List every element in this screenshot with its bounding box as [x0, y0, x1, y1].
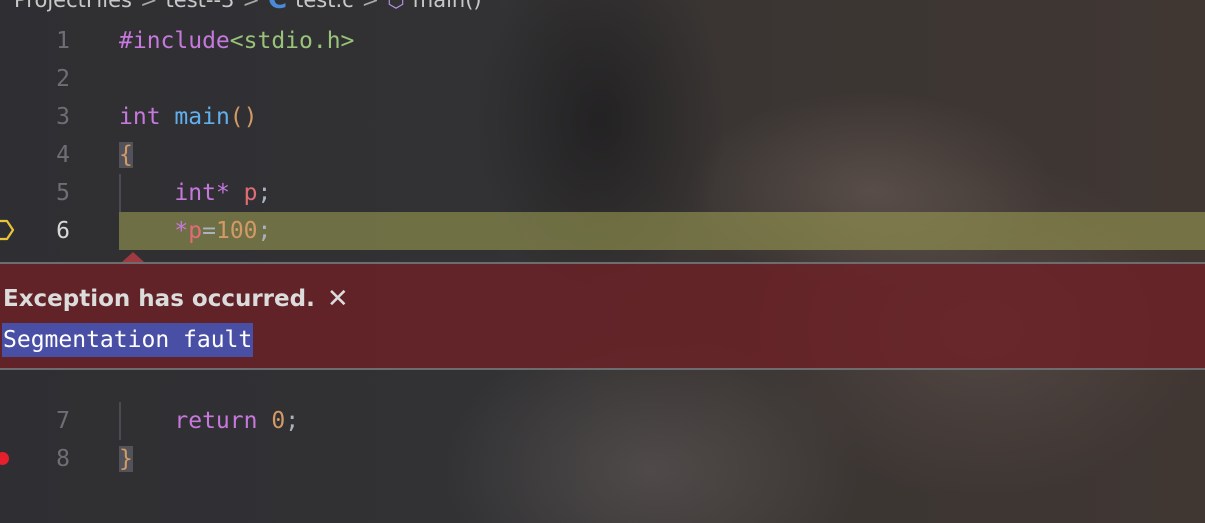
- exception-title-text: Exception has occurred.: [3, 286, 315, 312]
- code-line-7[interactable]: return 0;: [119, 402, 299, 440]
- line-number: 1: [56, 28, 70, 54]
- return-keyword: return: [174, 408, 258, 434]
- number-literal: 0: [271, 408, 286, 434]
- breadcrumb-item-projectfiles[interactable]: ProjectFiles: [14, 0, 132, 12]
- function-name: main: [174, 104, 230, 130]
- line-number: 5: [56, 180, 70, 206]
- code-line-1[interactable]: #include<stdio.h>: [119, 22, 354, 60]
- code-line-3[interactable]: int main(): [119, 98, 258, 136]
- line-number: 3: [56, 104, 70, 130]
- pointer-star: *: [215, 180, 230, 206]
- variable-name: p: [188, 218, 203, 244]
- code-line-5[interactable]: int* p;: [119, 174, 271, 212]
- breadcrumb-item-file[interactable]: test.c: [295, 0, 354, 12]
- close-icon[interactable]: ✕: [327, 284, 349, 314]
- exception-title: Exception has occurred. ✕: [3, 284, 349, 314]
- breadcrumb-separator: >: [361, 0, 380, 12]
- line-number: 2: [56, 66, 70, 92]
- exception-message[interactable]: Segmentation fault: [2, 323, 254, 357]
- semicolon: ;: [257, 180, 272, 206]
- code-line-4[interactable]: {: [119, 136, 133, 174]
- code-line-8[interactable]: }: [119, 440, 133, 478]
- breadcrumb-separator: >: [242, 0, 261, 12]
- close-brace: }: [119, 446, 133, 472]
- breadcrumb-item-folder[interactable]: test--3: [166, 0, 235, 12]
- preprocessor-directive: #include: [119, 28, 230, 54]
- c-file-icon: C: [268, 0, 288, 15]
- open-brace: {: [119, 142, 133, 168]
- number-literal: 100: [215, 218, 258, 244]
- semicolon: ;: [257, 218, 272, 244]
- type-keyword: int: [174, 180, 216, 206]
- code-line-6[interactable]: *p=100;: [119, 212, 271, 250]
- exception-pointer: [122, 252, 144, 262]
- include-header: <stdio.h>: [229, 28, 355, 54]
- line-number: 4: [56, 142, 70, 168]
- parens: (): [229, 104, 258, 130]
- current-execution-line-highlight: [119, 212, 1205, 250]
- assign-operator: =: [202, 218, 216, 244]
- method-cube-icon: ⬡: [387, 0, 405, 12]
- semicolon: ;: [285, 408, 300, 434]
- line-number: 7: [56, 408, 70, 434]
- breadcrumb: ProjectFiles > test--3 > C test.c > ⬡ ma…: [14, 0, 482, 15]
- dereference-star: *: [174, 218, 189, 244]
- line-number: 8: [56, 446, 70, 472]
- type-keyword: int: [119, 104, 161, 130]
- breadcrumb-separator: >: [139, 0, 158, 12]
- breadcrumb-item-symbol[interactable]: main(): [413, 0, 482, 12]
- line-number-current: 6: [56, 218, 70, 244]
- variable-name: p: [243, 180, 258, 206]
